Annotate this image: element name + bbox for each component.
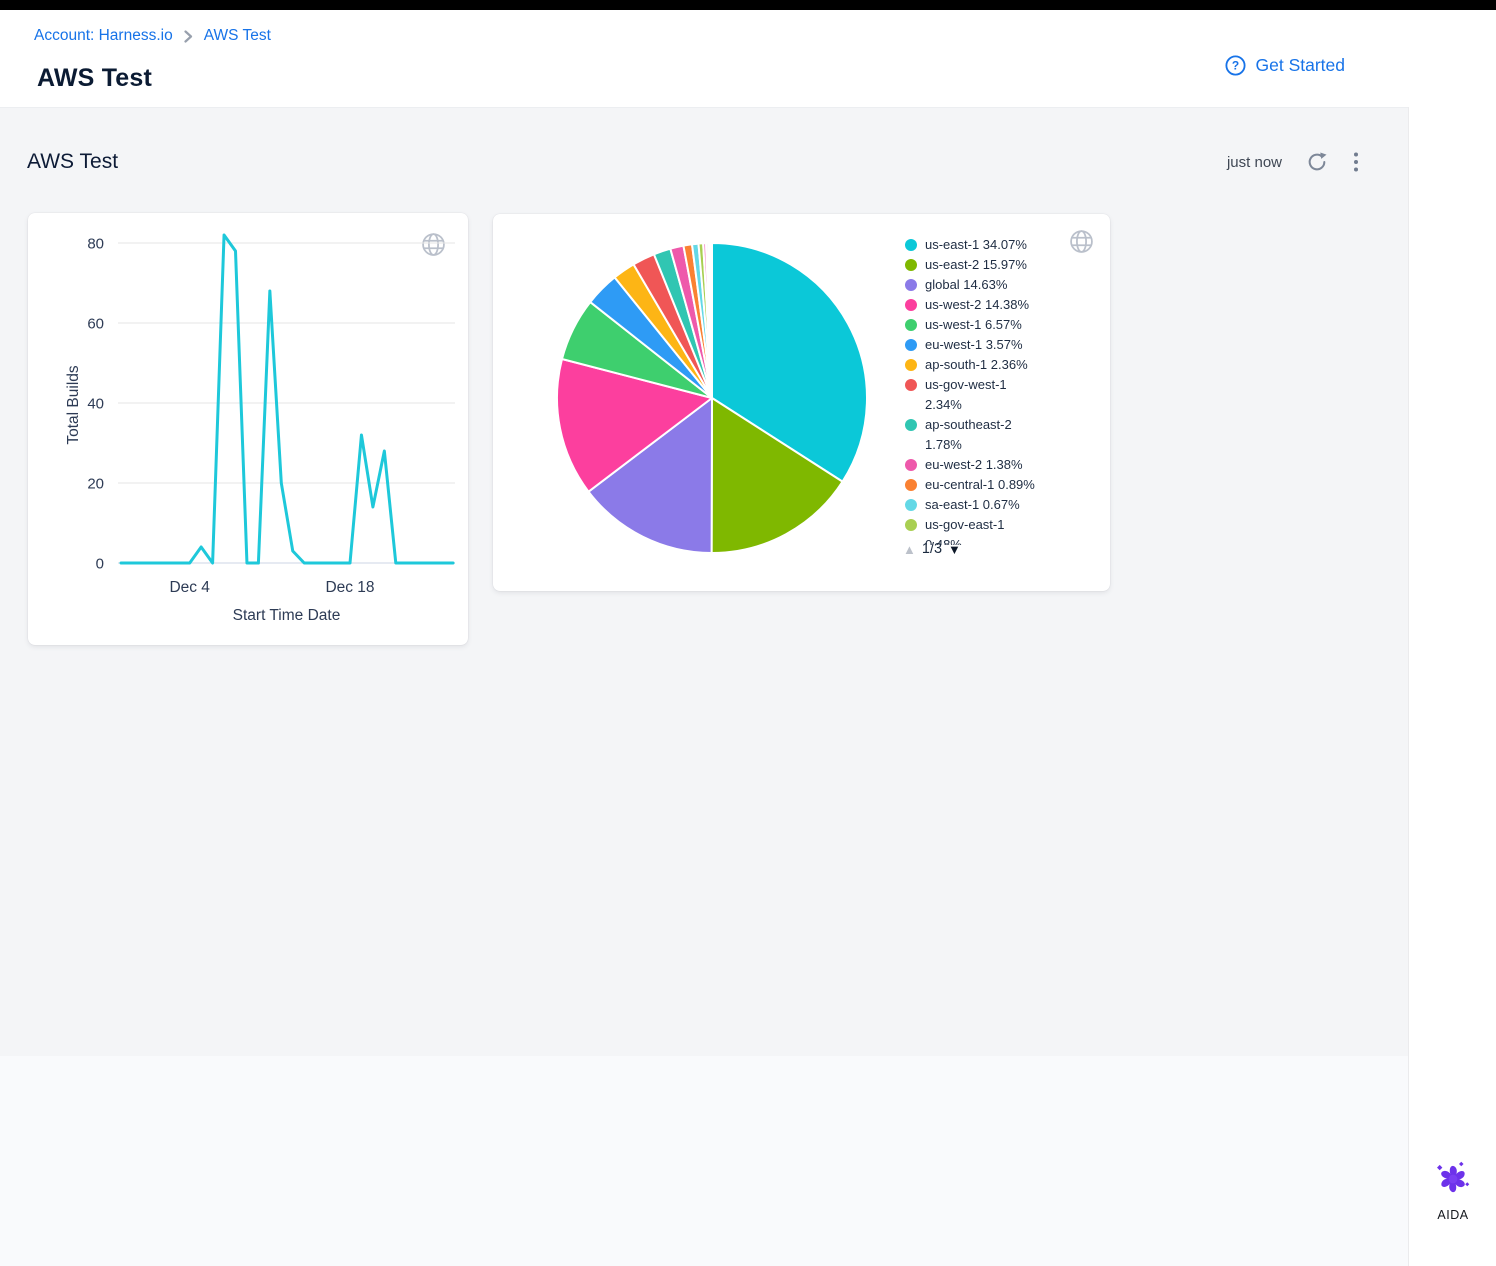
legend-dot bbox=[905, 359, 917, 371]
legend-label: us-east-1 34.07% bbox=[925, 235, 1055, 255]
kebab-menu-icon[interactable] bbox=[1352, 150, 1360, 174]
refresh-icon[interactable] bbox=[1306, 151, 1328, 173]
legend-item-us-east-1[interactable]: us-east-1 34.07% bbox=[905, 235, 1075, 255]
dashboard-actions: just now bbox=[1227, 150, 1360, 174]
aida-widget[interactable]: AIDA bbox=[1409, 1160, 1496, 1222]
legend-dot bbox=[905, 259, 917, 271]
legend-dot bbox=[905, 479, 917, 491]
svg-text:0: 0 bbox=[96, 556, 104, 573]
aida-label: AIDA bbox=[1409, 1208, 1496, 1222]
chevron-right-icon bbox=[184, 30, 193, 43]
svg-text:80: 80 bbox=[87, 236, 104, 253]
page-down-arrow[interactable]: ▼ bbox=[948, 542, 961, 557]
svg-text:Start Time Date: Start Time Date bbox=[233, 607, 341, 624]
svg-text:Dec 18: Dec 18 bbox=[325, 579, 374, 596]
legend-label: sa-east-1 0.67% bbox=[925, 495, 1055, 515]
svg-text:?: ? bbox=[1231, 59, 1238, 73]
total-builds-chart-card: 0 20 40 60 80 Total Builds Dec 4 Dec 18 Start Ti… bbox=[28, 213, 468, 645]
legend-label: eu-central-1 0.89% bbox=[925, 475, 1055, 495]
legend-item-eu-west-1[interactable]: eu-west-1 3.57% bbox=[905, 335, 1075, 355]
legend-dot bbox=[905, 319, 917, 331]
legend-item-us-west-2[interactable]: us-west-2 14.38% bbox=[905, 295, 1075, 315]
legend-dot bbox=[905, 299, 917, 311]
legend-item-eu-central-1[interactable]: eu-central-1 0.89% bbox=[905, 475, 1075, 495]
legend-label: ap-southeast-21.78% bbox=[925, 415, 1055, 455]
breadcrumb-page-link[interactable]: AWS Test bbox=[204, 27, 271, 45]
legend-dot bbox=[905, 339, 917, 351]
legend-item-us-west-1[interactable]: us-west-1 6.57% bbox=[905, 315, 1075, 335]
breadcrumb-account-link[interactable]: Account: Harness.io bbox=[34, 27, 173, 45]
legend-dot bbox=[905, 419, 917, 431]
region-pie-chart-card: us-east-1 34.07%us-east-2 15.97%global 1… bbox=[493, 214, 1110, 591]
pie-slice[interactable] bbox=[711, 243, 712, 398]
legend-label: us-east-2 15.97% bbox=[925, 255, 1055, 275]
refresh-timestamp: just now bbox=[1227, 154, 1282, 171]
legend-item-us-gov-west-1[interactable]: us-gov-west-12.34% bbox=[905, 375, 1075, 415]
breadcrumb: Account: Harness.io AWS Test bbox=[34, 27, 271, 45]
get-started-label: Get Started bbox=[1256, 55, 1346, 76]
legend-dot bbox=[905, 239, 917, 251]
legend-dot bbox=[905, 379, 917, 391]
dashboard-title: AWS Test bbox=[27, 150, 118, 174]
legend-item-eu-west-2[interactable]: eu-west-2 1.38% bbox=[905, 455, 1075, 475]
page-up-arrow[interactable]: ▲ bbox=[903, 542, 916, 557]
right-rail: AIDA bbox=[1408, 107, 1496, 1266]
legend-item-us-east-2[interactable]: us-east-2 15.97% bbox=[905, 255, 1075, 275]
legend-label: us-west-1 6.57% bbox=[925, 315, 1055, 335]
svg-text:60: 60 bbox=[87, 316, 104, 333]
aida-icon bbox=[1434, 1160, 1472, 1203]
svg-text:Dec 4: Dec 4 bbox=[169, 579, 210, 596]
legend-item-ap-southeast-2[interactable]: ap-southeast-21.78% bbox=[905, 415, 1075, 455]
legend-item-sa-east-1[interactable]: sa-east-1 0.67% bbox=[905, 495, 1075, 515]
svg-text:40: 40 bbox=[87, 396, 104, 413]
get-started-link[interactable]: ? Get Started bbox=[1224, 54, 1346, 77]
legend-item-ap-south-1[interactable]: ap-south-1 2.36% bbox=[905, 355, 1075, 375]
top-black-bar bbox=[0, 0, 1496, 10]
total-builds-line-chart[interactable]: 0 20 40 60 80 Total Builds Dec 4 Dec 18 Start Ti… bbox=[28, 213, 468, 645]
svg-text:Total Builds: Total Builds bbox=[65, 365, 82, 445]
svg-text:20: 20 bbox=[87, 476, 104, 493]
page-title: AWS Test bbox=[37, 64, 152, 93]
dashboard-canvas: AWS Test just now 020406080To bbox=[0, 107, 1408, 1057]
legend-dot bbox=[905, 279, 917, 291]
legend-dot bbox=[905, 519, 917, 531]
legend-item-global[interactable]: global 14.63% bbox=[905, 275, 1075, 295]
page-header: Account: Harness.io AWS Test AWS Test ? … bbox=[0, 10, 1496, 107]
legend-label: global 14.63% bbox=[925, 275, 1055, 295]
legend-label: eu-west-1 3.57% bbox=[925, 335, 1055, 355]
page-lower-background bbox=[0, 1056, 1408, 1266]
pie-legend: us-east-1 34.07%us-east-2 15.97%global 1… bbox=[905, 235, 1075, 545]
legend-label: us-gov-west-12.34% bbox=[925, 375, 1055, 415]
question-circle-icon: ? bbox=[1224, 54, 1247, 77]
legend-dot bbox=[905, 499, 917, 511]
legend-dot bbox=[905, 459, 917, 471]
legend-page-indicator: 1/3 bbox=[922, 541, 942, 557]
legend-pagination: ▲ 1/3 ▼ bbox=[903, 541, 961, 557]
legend-label: us-west-2 14.38% bbox=[925, 295, 1055, 315]
legend-label: ap-south-1 2.36% bbox=[925, 355, 1055, 375]
legend-label: eu-west-2 1.38% bbox=[925, 455, 1055, 475]
